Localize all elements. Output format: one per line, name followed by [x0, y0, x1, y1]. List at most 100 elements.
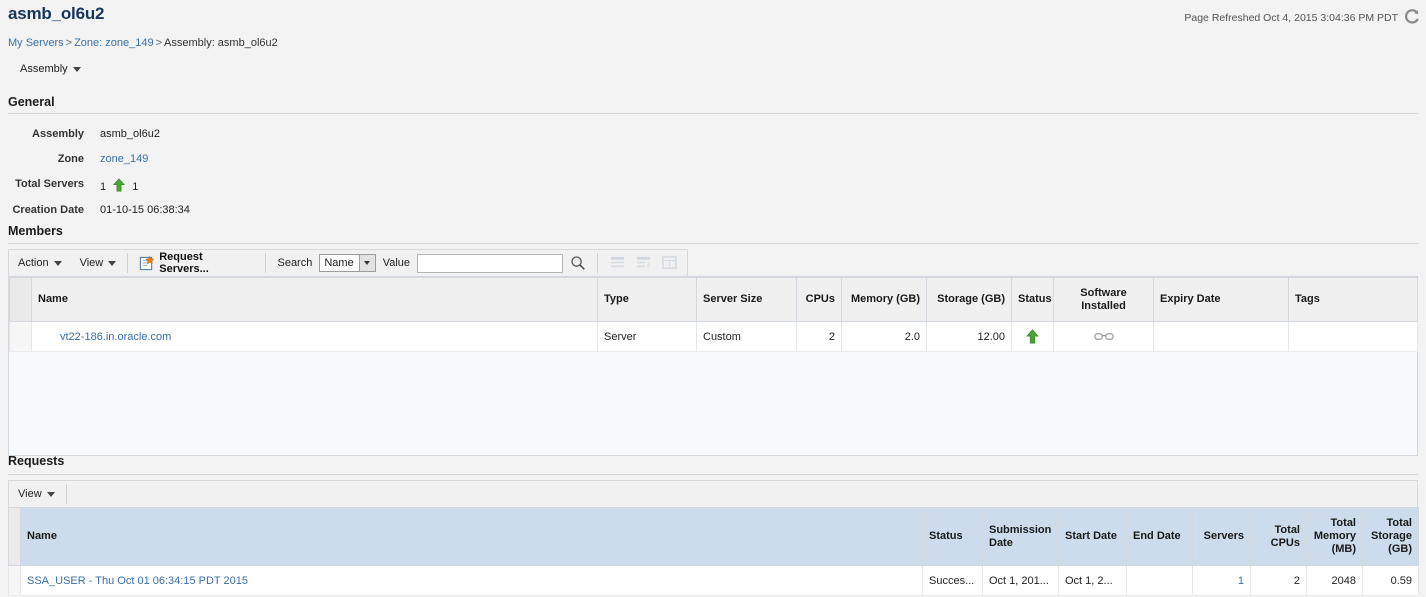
detach-icon: [610, 256, 625, 270]
view-menu-label: View: [79, 257, 104, 269]
action-menu-button[interactable]: Action: [9, 250, 71, 276]
toolbar-separator: [265, 253, 267, 273]
general-value-total-servers: 1 1: [100, 178, 138, 195]
zone-link[interactable]: zone_149: [100, 153, 148, 165]
members-table: Name Type Server Size CPUs Memory (GB) S…: [9, 277, 1418, 352]
members-table-header: Name Type Server Size CPUs Memory (GB) S…: [9, 277, 1418, 322]
members-cell-memory: 2.0: [841, 321, 927, 352]
requests-header-row: Name Status Submission Date Start Date E…: [8, 507, 1419, 566]
table-row[interactable]: vt22-186.in.oracle.com Server Custom 2 2…: [9, 321, 1418, 352]
value-label: Value: [382, 257, 411, 269]
members-col-name[interactable]: Name: [31, 277, 598, 322]
toolbar-separator: [127, 253, 129, 273]
requests-cell-end-date: [1126, 565, 1193, 596]
up-arrow-icon: [113, 178, 126, 195]
page-refresh-area: Page Refreshed Oct 4, 2015 3:04:36 PM PD…: [1184, 9, 1420, 26]
members-col-expiry-date[interactable]: Expiry Date: [1153, 277, 1289, 322]
breadcrumb-item-assembly: Assembly: asmb_ol6u2: [164, 37, 278, 49]
members-disabled-toolbar-icons: [600, 256, 687, 270]
members-cell-software-installed: [1053, 321, 1154, 352]
requests-col-end-date[interactable]: End Date: [1126, 507, 1193, 566]
search-icon[interactable]: [570, 255, 586, 271]
requests-col-submission-date[interactable]: Submission Date: [982, 507, 1059, 566]
members-col-status[interactable]: Status: [1011, 277, 1054, 322]
members-row-gutter[interactable]: [9, 321, 32, 352]
requests-gutter-header: [8, 507, 21, 566]
requests-col-name[interactable]: Name: [20, 507, 923, 566]
requests-col-start-date[interactable]: Start Date: [1058, 507, 1127, 566]
requests-col-total-cpus[interactable]: Total CPUs: [1250, 507, 1307, 566]
members-cell-name: vt22-186.in.oracle.com: [31, 321, 598, 352]
requests-view-menu-label: View: [18, 488, 42, 500]
total-servers-count: 1: [100, 181, 107, 193]
requests-table: Name Status Submission Date Start Date E…: [8, 507, 1419, 596]
members-col-storage[interactable]: Storage (GB): [926, 277, 1012, 322]
general-heading: General: [8, 95, 55, 109]
breadcrumb: My Servers > Zone: zone_149 > Assembly: asmb…: [8, 37, 278, 49]
toolbar-separator: [65, 484, 67, 504]
members-header-row: Name Type Server Size CPUs Memory (GB) S…: [9, 277, 1418, 322]
search-field-select[interactable]: Name: [319, 254, 376, 272]
search-value-input[interactable]: [417, 253, 564, 273]
members-cell-storage: 12.00: [926, 321, 1012, 352]
general-label-zone: Zone: [57, 153, 84, 165]
chevron-down-icon: [53, 260, 62, 266]
page-refresh-text: Page Refreshed Oct 4, 2015 3:04:36 PM PD…: [1184, 11, 1398, 24]
breadcrumb-separator: >: [65, 37, 73, 49]
requests-col-total-storage[interactable]: Total Storage (GB): [1362, 507, 1419, 566]
requests-heading: Requests: [8, 454, 65, 468]
request-servers-count-link[interactable]: 1: [1238, 575, 1244, 587]
glasses-icon[interactable]: [1093, 331, 1114, 343]
requests-cell-total-storage: 0.59: [1362, 565, 1419, 596]
requests-cell-servers: 1: [1192, 565, 1251, 596]
chevron-down-icon: [108, 260, 117, 266]
requests-col-status[interactable]: Status: [922, 507, 983, 566]
breadcrumb-item-my-servers[interactable]: My Servers: [8, 37, 64, 49]
breadcrumb-separator: >: [155, 37, 163, 49]
assembly-menu-button[interactable]: Assembly: [20, 63, 81, 75]
requests-cell-status: Succes...: [922, 565, 983, 596]
search-label: Search: [277, 257, 313, 269]
query-by-example-icon: [662, 256, 677, 270]
request-servers-button[interactable]: Request Servers...: [130, 250, 263, 276]
members-cell-expiry-date: [1153, 321, 1289, 352]
page-root: asmb_ol6u2 Page Refreshed Oct 4, 2015 3:…: [0, 0, 1426, 597]
member-name-link[interactable]: vt22-186.in.oracle.com: [60, 331, 171, 343]
toolbar-separator: [597, 253, 599, 273]
up-arrow-icon: [1026, 329, 1039, 344]
members-heading: Members: [8, 224, 63, 238]
request-name-link[interactable]: SSA_USER - Thu Oct 01 06:34:15 PDT 2015: [27, 575, 248, 587]
assembly-menu-label: Assembly: [20, 63, 68, 75]
requests-cell-start-date: Oct 1, 2...: [1058, 565, 1127, 596]
general-divider: [8, 113, 1418, 114]
requests-row-gutter[interactable]: [8, 565, 21, 596]
members-col-server-size[interactable]: Server Size: [696, 277, 797, 322]
requests-table-body: SSA_USER - Thu Oct 01 06:34:15 PDT 2015 …: [8, 565, 1419, 596]
assembly-menu-bar: Assembly: [0, 60, 1426, 84]
general-value-assembly: asmb_ol6u2: [100, 128, 160, 140]
members-gutter-header: [9, 277, 32, 322]
members-col-cpus[interactable]: CPUs: [796, 277, 842, 322]
requests-cell-total-memory: 2048: [1306, 565, 1363, 596]
members-cell-tags: [1288, 321, 1418, 352]
members-col-memory[interactable]: Memory (GB): [841, 277, 927, 322]
members-col-software-installed[interactable]: Software Installed: [1053, 277, 1154, 322]
requests-view-menu-button[interactable]: View: [9, 481, 64, 507]
table-row[interactable]: SSA_USER - Thu Oct 01 06:34:15 PDT 2015 …: [8, 565, 1419, 596]
members-cell-server-size: Custom: [696, 321, 797, 352]
requests-cell-name: SSA_USER - Thu Oct 01 06:34:15 PDT 2015: [20, 565, 923, 596]
wrap-icon: [636, 256, 651, 270]
chevron-down-icon: [72, 66, 81, 72]
chevron-down-icon: [46, 491, 55, 497]
breadcrumb-item-zone[interactable]: Zone: zone_149: [74, 37, 154, 49]
requests-col-servers[interactable]: Servers: [1192, 507, 1251, 566]
members-col-type[interactable]: Type: [597, 277, 697, 322]
total-servers-running: 1: [132, 181, 139, 193]
members-col-tags[interactable]: Tags: [1288, 277, 1418, 322]
members-cell-cpus: 2: [796, 321, 842, 352]
requests-toolbar: View: [8, 480, 1418, 507]
view-menu-button[interactable]: View: [71, 250, 126, 276]
request-servers-label: Request Servers...: [159, 251, 209, 275]
requests-col-total-memory[interactable]: Total Memory (MB): [1306, 507, 1363, 566]
refresh-icon[interactable]: [1403, 9, 1420, 26]
